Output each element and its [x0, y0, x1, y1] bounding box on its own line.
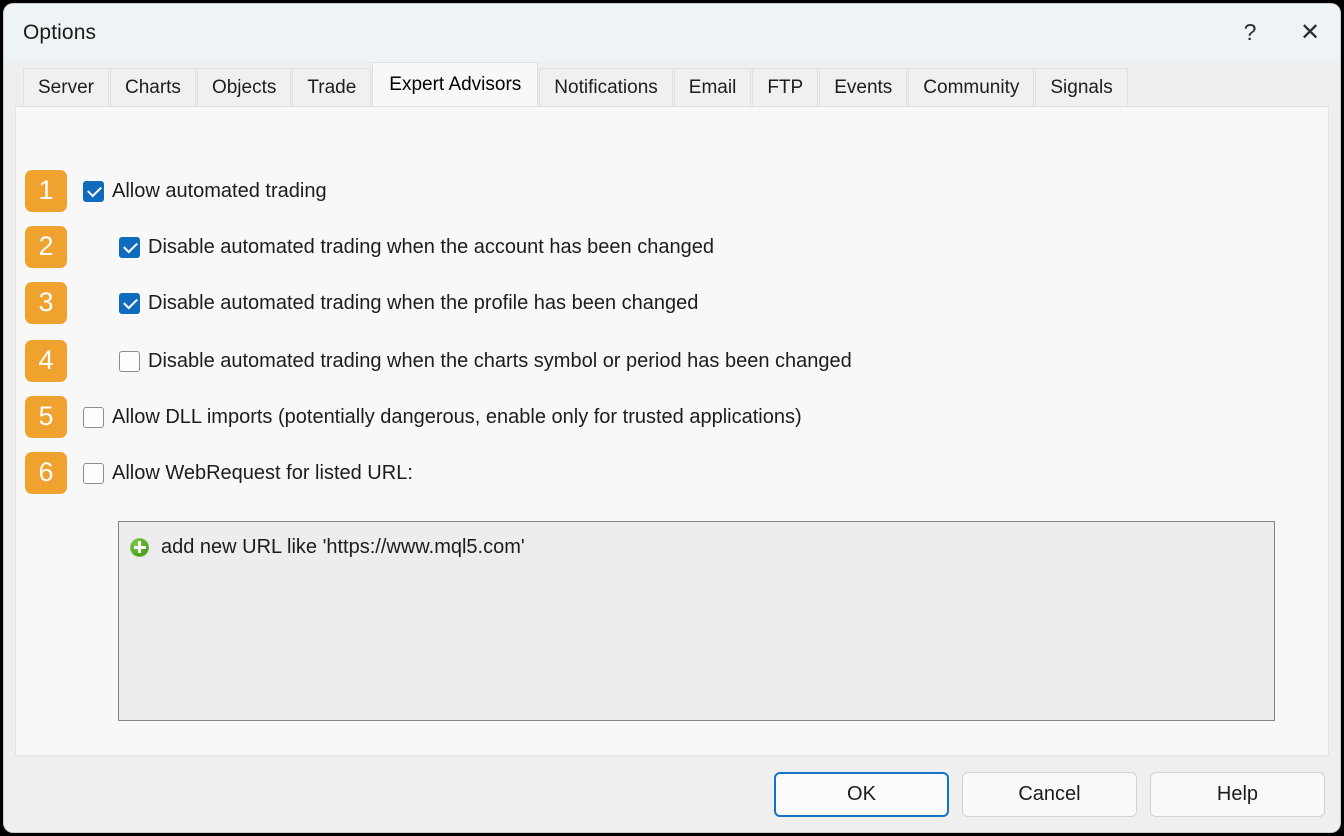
tab-email[interactable]: Email — [673, 68, 752, 106]
url-list-box[interactable]: add new URL like 'https://www.mql5.com' — [118, 521, 1275, 721]
option-label-disable-on-symbol-period-change: Disable automated trading when the chart… — [148, 349, 852, 372]
expert-advisors-panel: 1 2 3 4 5 6 Allow automated trading Disa… — [15, 106, 1329, 756]
green-plus-icon[interactable] — [130, 537, 149, 557]
checkbox-disable-on-account-change[interactable] — [119, 236, 140, 258]
option-row-allow-webrequest[interactable]: Allow WebRequest for listed URL: — [83, 460, 413, 486]
url-list-add-row[interactable]: add new URL like 'https://www.mql5.com' — [119, 530, 1274, 564]
tab-server[interactable]: Server — [23, 68, 109, 106]
option-row-disable-on-symbol-period-change[interactable]: Disable automated trading when the chart… — [119, 348, 852, 374]
tab-trade[interactable]: Trade — [292, 68, 372, 106]
help-button[interactable]: Help — [1150, 771, 1325, 817]
titlebar: Options ? ✕ — [4, 4, 1340, 62]
annotation-badge-3: 3 — [25, 282, 67, 324]
ok-button[interactable]: OK — [774, 771, 949, 817]
question-mark-icon[interactable]: ? — [1220, 4, 1280, 63]
option-row-allow-automated-trading[interactable]: Allow automated trading — [83, 178, 327, 204]
close-icon[interactable]: ✕ — [1280, 4, 1340, 62]
annotation-badge-6: 6 — [25, 452, 67, 494]
option-label-disable-on-profile-change: Disable automated trading when the profi… — [148, 291, 699, 314]
option-label-allow-dll-imports: Allow DLL imports (potentially dangerous… — [112, 405, 802, 428]
checkbox-allow-webrequest[interactable] — [83, 462, 104, 484]
checkbox-allow-dll-imports[interactable] — [83, 406, 104, 428]
tab-notifications[interactable]: Notifications — [539, 68, 673, 106]
annotation-badge-4: 4 — [25, 340, 67, 382]
tab-strip: Server Charts Objects Trade Expert Advis… — [4, 62, 1340, 106]
dialog-footer: OK Cancel Help — [4, 756, 1340, 832]
window-title: Options — [23, 21, 97, 44]
tab-signals[interactable]: Signals — [1035, 68, 1128, 106]
url-list-add-row-label: add new URL like 'https://www.mql5.com' — [161, 535, 525, 558]
option-label-allow-automated-trading: Allow automated trading — [112, 179, 327, 202]
annotation-badge-5: 5 — [25, 396, 67, 438]
checkbox-allow-automated-trading[interactable] — [83, 180, 104, 202]
titlebar-buttons: ? ✕ — [1220, 4, 1340, 62]
tab-events[interactable]: Events — [819, 68, 908, 106]
cancel-button[interactable]: Cancel — [962, 771, 1137, 817]
options-dialog-window: Options ? ✕ Server Charts Objects Trade … — [4, 4, 1340, 832]
option-row-allow-dll-imports[interactable]: Allow DLL imports (potentially dangerous… — [83, 404, 802, 430]
tab-expert-advisors[interactable]: Expert Advisors — [372, 62, 539, 106]
tab-ftp[interactable]: FTP — [752, 68, 819, 106]
option-row-disable-on-profile-change[interactable]: Disable automated trading when the profi… — [119, 290, 698, 316]
annotation-badge-1: 1 — [25, 170, 67, 212]
checkbox-disable-on-symbol-period-change[interactable] — [119, 350, 140, 372]
tab-objects[interactable]: Objects — [196, 68, 292, 106]
option-row-disable-on-account-change[interactable]: Disable automated trading when the accou… — [119, 234, 714, 260]
tab-charts[interactable]: Charts — [109, 68, 196, 106]
tab-community[interactable]: Community — [908, 68, 1035, 106]
option-label-disable-on-account-change: Disable automated trading when the accou… — [148, 235, 714, 258]
option-label-allow-webrequest: Allow WebRequest for listed URL: — [112, 461, 413, 484]
annotation-badge-2: 2 — [25, 226, 67, 268]
checkbox-disable-on-profile-change[interactable] — [119, 292, 140, 314]
